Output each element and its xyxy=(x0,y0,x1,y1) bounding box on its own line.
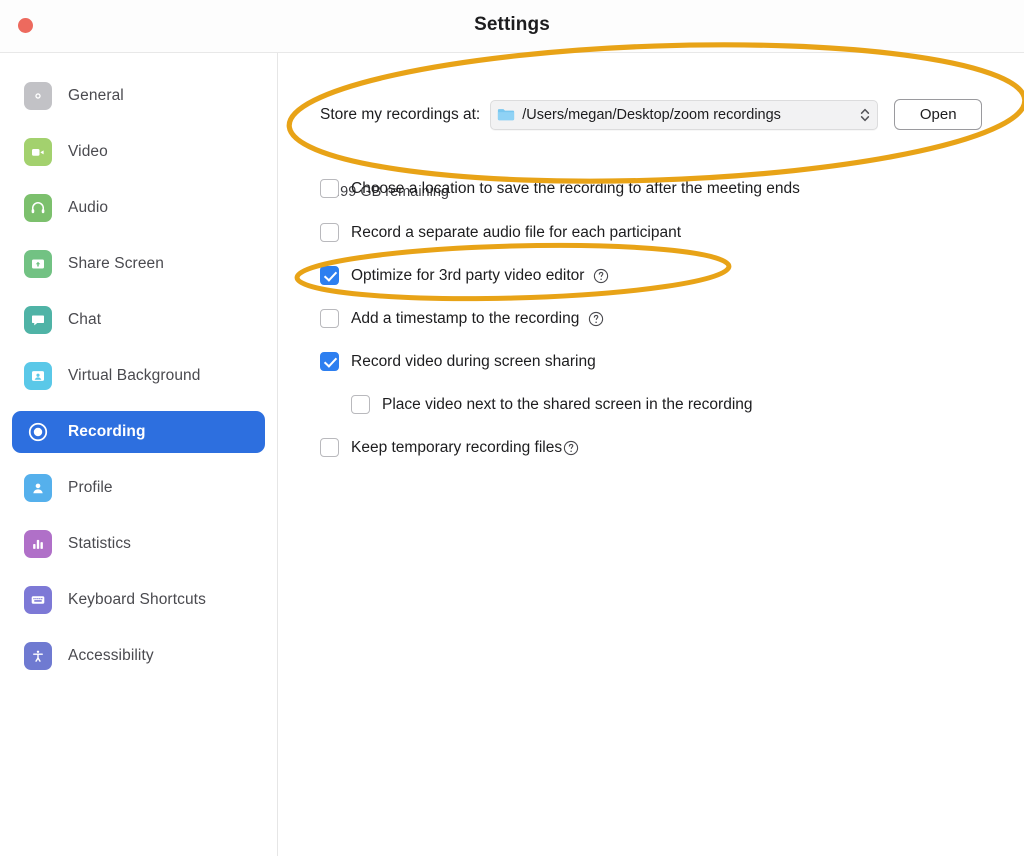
person-icon xyxy=(24,474,52,502)
sidebar-item-accessibility[interactable]: Accessibility xyxy=(12,635,265,677)
sidebar-item-label: Video xyxy=(68,143,108,160)
open-folder-button[interactable]: Open xyxy=(894,99,983,130)
checkbox-row-add-timestamp[interactable]: Add a timestamp to the recording xyxy=(320,309,604,328)
checkbox-label: Optimize for 3rd party video editor xyxy=(351,266,585,284)
headphones-icon xyxy=(24,194,52,222)
settings-window: Settings General Video Audio Share Scree… xyxy=(0,0,1024,856)
checkbox-label: Record video during screen sharing xyxy=(351,352,596,370)
sidebar-item-label: Virtual Background xyxy=(68,367,201,384)
recording-path-select[interactable]: /Users/megan/Desktop/zoom recordings xyxy=(490,99,879,130)
checkbox-label: Record a separate audio file for each pa… xyxy=(351,223,682,241)
gear-icon xyxy=(24,82,52,110)
chat-bubble-icon xyxy=(24,306,52,334)
sidebar-item-chat[interactable]: Chat xyxy=(12,299,265,341)
store-recordings-label: Store my recordings at: xyxy=(320,105,481,123)
checkbox-choose-location[interactable] xyxy=(320,179,339,198)
checkbox-keep-temporary-recording-files[interactable] xyxy=(320,438,339,457)
sidebar-item-recording[interactable]: Recording xyxy=(12,411,265,453)
checkbox-add-timestamp[interactable] xyxy=(320,309,339,328)
person-frame-icon xyxy=(24,362,52,390)
sidebar-item-label: Accessibility xyxy=(68,647,154,664)
recording-settings-panel: Store my recordings at: /Users/megan/Des… xyxy=(279,53,1024,856)
folder-icon xyxy=(497,107,515,122)
checkbox-optimize-3rd-party-editor[interactable] xyxy=(320,266,339,285)
checkbox-row-record-video-screen-sharing[interactable]: Record video during screen sharing xyxy=(320,352,596,371)
sidebar-item-label: Audio xyxy=(68,199,109,216)
sidebar-item-label: Profile xyxy=(68,479,113,496)
sidebar-item-label: Statistics xyxy=(68,535,132,552)
title-bar: Settings xyxy=(0,0,1024,53)
sidebar-item-general[interactable]: General xyxy=(12,75,265,117)
sidebar-item-virtual-background[interactable]: Virtual Background xyxy=(12,355,265,397)
checkbox-record-video-during-screen-sharing[interactable] xyxy=(320,352,339,371)
share-screen-icon xyxy=(24,250,52,278)
checkbox-row-choose-location[interactable]: Choose a location to save the recording … xyxy=(320,179,800,198)
sidebar-item-label: Share Screen xyxy=(68,255,164,272)
sidebar-item-statistics[interactable]: Statistics xyxy=(12,523,265,565)
help-icon[interactable] xyxy=(588,311,604,327)
checkbox-row-place-video-next[interactable]: Place video next to the shared screen in… xyxy=(351,395,753,414)
checkbox-row-separate-audio[interactable]: Record a separate audio file for each pa… xyxy=(320,223,681,242)
checkbox-label: Choose a location to save the recording … xyxy=(351,179,800,197)
sidebar-item-keyboard-shortcuts[interactable]: Keyboard Shortcuts xyxy=(12,579,265,621)
sidebar-item-label: Recording xyxy=(68,423,146,440)
sidebar-item-label: Keyboard Shortcuts xyxy=(68,591,206,608)
checkbox-label: Place video next to the shared screen in… xyxy=(382,395,753,413)
checkbox-label: Add a timestamp to the recording xyxy=(351,309,580,327)
sidebar-item-profile[interactable]: Profile xyxy=(12,467,265,509)
help-icon[interactable] xyxy=(563,440,579,456)
help-icon[interactable] xyxy=(593,268,609,284)
checkbox-label: Keep temporary recording files xyxy=(351,438,563,456)
record-circle-icon xyxy=(24,418,52,446)
checkbox-row-keep-temp-files[interactable]: Keep temporary recording files xyxy=(320,438,579,457)
checkbox-place-video-next-to-shared-screen[interactable] xyxy=(351,395,370,414)
checkbox-row-optimize-3rd-party[interactable]: Optimize for 3rd party video editor xyxy=(320,266,609,285)
settings-sidebar: General Video Audio Share Screen Chat Vi… xyxy=(0,53,278,856)
video-camera-icon xyxy=(24,138,52,166)
accessibility-icon xyxy=(24,642,52,670)
recording-path-value: /Users/megan/Desktop/zoom recordings xyxy=(522,106,781,123)
chevron-updown-icon[interactable] xyxy=(859,105,871,125)
sidebar-item-audio[interactable]: Audio xyxy=(12,187,265,229)
page-title: Settings xyxy=(474,14,550,35)
sidebar-item-label: General xyxy=(68,87,124,104)
sidebar-item-label: Chat xyxy=(68,311,102,328)
store-recordings-row: Store my recordings at: /Users/megan/Des… xyxy=(320,99,983,130)
checkbox-separate-audio-file[interactable] xyxy=(320,223,339,242)
keyboard-icon xyxy=(24,586,52,614)
sidebar-item-video[interactable]: Video xyxy=(12,131,265,173)
sidebar-item-share-screen[interactable]: Share Screen xyxy=(12,243,265,285)
bar-chart-icon xyxy=(24,530,52,558)
